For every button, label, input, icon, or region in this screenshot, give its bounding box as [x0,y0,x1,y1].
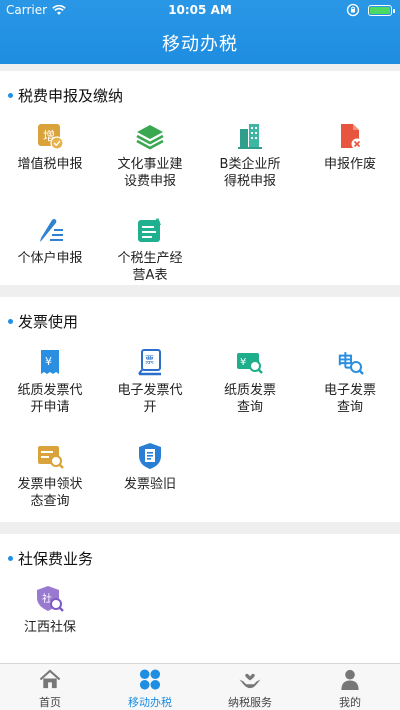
service-paper-invoice-query[interactable]: ¥ 纸质发票 查询 [200,341,300,435]
svg-text:¥: ¥ [240,357,246,368]
svg-text:A: A [154,218,161,228]
buildings-icon [238,124,262,149]
battery-icon [368,5,395,16]
service-vat-declaration[interactable]: 增 增值税申报 [0,115,100,209]
tab-mobile-tax[interactable]: 移动办税 [100,664,200,710]
service-label: 个税生产经 营A表 [117,251,183,283]
service-label: 文化事业建 设费申报 [117,157,183,189]
status-bar: Carrier 10:05 AM [0,0,400,20]
service-culture-fee[interactable]: 文化事业建 设费申报 [100,115,200,209]
battery-fill [370,7,390,14]
tab-label: 纳税服务 [228,696,272,709]
section-social-security: 社保费业务 社 江西社保 [0,534,400,663]
service-label: 发票申领状 态查询 [17,477,83,509]
tab-bar: 首页 移动办税 纳税服务 我的 [0,663,400,710]
service-e-invoice-issue[interactable]: 票 电子发票代 开 [100,341,200,435]
section-title: 社保费业务 [8,548,93,569]
section-title: 税费申报及缴纳 [8,85,123,106]
tab-tax-service[interactable]: 纳税服务 [200,664,300,710]
service-grid: ¥ 纸质发票代 开申请 票 电子发票代 开 ¥ 纸质发票 查询 电 电子发票 查… [0,341,400,529]
service-declaration-void[interactable]: 申报作废 [300,115,400,209]
section-title-text: 社保费业务 [18,550,94,568]
pen-lines-icon [40,219,63,242]
grid-dots-icon [139,669,161,690]
hands-heart-icon [239,673,261,689]
person-icon [341,669,359,691]
service-label: 电子发票 查询 [323,383,376,415]
layers-icon [136,125,164,150]
service-e-invoice-query[interactable]: 电 电子发票 查询 [300,341,400,435]
service-label: 个体户申报 [17,251,83,266]
service-label: 江西社保 [23,620,76,635]
tab-label: 首页 [39,696,61,709]
form-a-icon: A [138,218,161,242]
document-cancel-icon [341,124,363,150]
service-invoice-status-query[interactable]: 发票申领状 态查询 [0,435,100,529]
tab-mine[interactable]: 我的 [300,664,400,710]
service-label: 发票验旧 [123,477,176,492]
svg-text:¥: ¥ [45,355,52,368]
tab-label: 我的 [339,696,361,709]
e-invoice-icon: 票 [138,349,161,376]
invoice-search-icon: ¥ [237,353,263,374]
service-label: 申报作废 [323,157,376,172]
service-jiangxi-social-security[interactable]: 社 江西社保 [0,578,100,672]
tab-label: 移动办税 [128,696,172,709]
section-title: 发票使用 [8,311,78,332]
service-label: 增值税申报 [17,157,83,172]
svg-text:票: 票 [145,355,154,366]
clock: 10:05 AM [168,3,232,17]
service-grid: 社 江西社保 [0,578,400,672]
invoice-verify-icon [139,443,161,469]
service-individual-tax-a[interactable]: A 个税生产经 营A表 [100,209,200,303]
vat-stamp-icon: 增 [38,124,64,150]
paper-invoice-icon: ¥ [41,350,59,374]
bullet-dot [8,93,13,98]
home-icon [39,669,61,689]
service-corporate-income-tax-b[interactable]: B类企业所 得税申报 [200,115,300,209]
service-individual-business[interactable]: 个体户申报 [0,209,100,303]
service-label: 电子发票代 开 [117,383,183,415]
bullet-dot [8,319,13,324]
section-invoice: 发票使用 ¥ 纸质发票代 开申请 票 电子发票代 开 ¥ 纸质发票 查询 电 电… [0,297,400,522]
service-grid: 增 增值税申报 文化事业建 设费申报 B类企业所 得税申报 申报作废 个体户申报… [0,115,400,303]
service-label: 纸质发票代 开申请 [17,383,83,415]
invoice-status-icon [38,446,64,469]
social-security-icon: 社 [37,586,64,612]
service-label: 纸质发票 查询 [223,383,276,415]
orientation-lock-icon [346,3,360,17]
tab-home[interactable]: 首页 [0,664,100,710]
section-title-text: 税费申报及缴纳 [18,87,124,105]
section-title-text: 发票使用 [18,313,79,331]
e-invoice-search-icon: 电 [337,351,364,375]
section-tax-declaration: 税费申报及缴纳 增 增值税申报 文化事业建 设费申报 B类企业所 得税申报 申报… [0,71,400,285]
bullet-dot [8,556,13,561]
service-paper-invoice-issue[interactable]: ¥ 纸质发票代 开申请 [0,341,100,435]
page-title: 移动办税 [162,34,238,55]
top-bar: Carrier 10:05 AM 移动办税 [0,0,400,64]
service-label: B类企业所 得税申报 [219,157,281,189]
service-invoice-verify-old[interactable]: 发票验旧 [100,435,200,529]
